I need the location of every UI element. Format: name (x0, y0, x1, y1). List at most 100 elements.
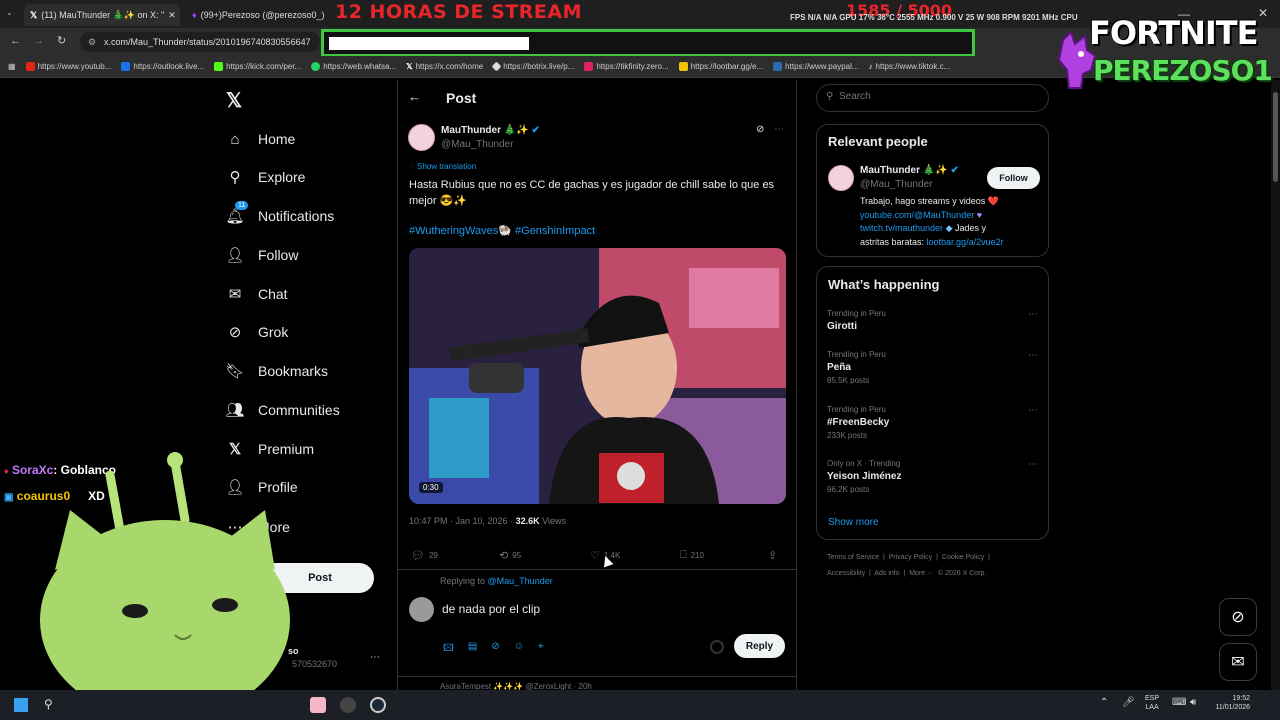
reply-input[interactable]: de nada por el clip (442, 602, 540, 616)
grok-icon: ⊘ (1231, 609, 1245, 626)
window-close-icon[interactable]: ✕ (1258, 6, 1268, 20)
microphone-icon[interactable]: 🎤︎ (1122, 697, 1135, 708)
taskbar-app-icon[interactable] (340, 697, 356, 713)
follow-button[interactable]: Follow (987, 167, 1040, 189)
bio-line: Jades y (952, 223, 987, 233)
post-hashtags[interactable]: #WutheringWaves🐏 #GenshinImpact (409, 224, 595, 237)
trend-more-icon[interactable]: ⋯ (1028, 309, 1038, 320)
forward-icon[interactable]: → (33, 35, 44, 47)
footer-links-2[interactable]: Accessibility | Ads info | More ··· © 20… (827, 570, 986, 577)
nav-notifications[interactable]: 🔔︎ 11 Notifications (225, 201, 334, 231)
paypal-icon (773, 62, 783, 71)
bookmark-outlook[interactable]: https://outlook.live... (121, 62, 204, 71)
person-name[interactable]: MauThunder 🎄✨ ✔ (860, 165, 959, 176)
nav-bookmarks[interactable]: 🔖︎ Bookmarks (225, 356, 328, 386)
nav-explore[interactable]: ⚲ Explore (226, 162, 306, 192)
bookmark-kick[interactable]: https://kick.com/per... (214, 62, 301, 71)
bio-link[interactable]: youtube.com/@MauThunder (860, 210, 974, 220)
grok-float-button[interactable]: ⊘ (1219, 598, 1257, 636)
grok-explain-icon[interactable]: ⊘ (756, 124, 764, 135)
bookmark-tiktok[interactable]: ♪ https://www.tiktok.c... (869, 62, 951, 71)
post-detail-column: ← Post MauThunder 🎄✨ ✔ @Mau_Thunder ⊘ ⋯ … (397, 80, 797, 690)
trend-more-icon[interactable]: ⋯ (1028, 459, 1038, 470)
footer-links-1[interactable]: Terms of Service | Privacy Policy | Cook… (827, 554, 990, 561)
grok-icon[interactable]: ⊘ (491, 641, 499, 658)
trend-item[interactable]: Trending in Peru Girotti (827, 309, 1042, 332)
apps-icon[interactable]: ▦ (8, 62, 16, 71)
emoji-icon[interactable]: ☺ (514, 641, 524, 658)
replying-to-handle[interactable]: @Mau_Thunder (488, 576, 553, 586)
author-name[interactable]: MauThunder 🎄✨ ✔ (441, 125, 540, 136)
bookmark-label: https://web.whatsa... (323, 62, 397, 71)
search-input[interactable] (839, 91, 1039, 102)
bookmark-label: https://kick.com/per... (226, 62, 302, 71)
url-field[interactable]: ⚙ x.com/Mau_Thunder/status/2010196740830… (80, 32, 320, 52)
repost-action[interactable]: ⟲ 95 (499, 549, 521, 562)
show-more-link[interactable]: Show more (828, 517, 879, 528)
scrollbar[interactable] (1271, 80, 1280, 690)
nav-grok[interactable]: ⊘ Grok (226, 317, 289, 347)
show-translation-link[interactable]: ◌ Show translation (410, 162, 476, 171)
trend-more-icon[interactable]: ⋯ (1028, 405, 1038, 416)
back-icon[interactable]: ← (10, 35, 21, 47)
tab-perezoso[interactable]: ♦ (99+)Perezoso (@perezoso0_) | (186, 4, 326, 26)
trend-posts: 96.2K posts (827, 485, 870, 494)
bio-link[interactable]: lootbar.gg/a/2vue2r (927, 237, 1004, 247)
bookmark-tikfinity[interactable]: https://tikfinity.zero... (584, 62, 669, 71)
nav-label: Communities (258, 402, 340, 418)
bookmark-action[interactable]: ⎕ 210 (680, 549, 704, 562)
clock[interactable]: 19:52 11/01/2026 (1208, 694, 1250, 712)
bookmark-x[interactable]: 𝕏https://x.com/home (406, 62, 483, 71)
overlay-green-box (321, 29, 975, 57)
post-video[interactable]: 0:30 (409, 248, 786, 504)
nav-communities[interactable]: 👥︎ Communities (225, 395, 340, 425)
scrollbar-thumb[interactable] (1273, 92, 1278, 182)
trend-context: Only on X · Trending (827, 459, 901, 468)
volume-icon[interactable]: 🔊︎ (1190, 697, 1196, 708)
bookmark-botrix[interactable]: https://botrix.live/p... (491, 61, 575, 72)
bio-link[interactable]: twitch.tv/mauthunder (860, 223, 943, 233)
reply-button[interactable]: Reply (734, 634, 785, 658)
taskbar-app-icon[interactable] (310, 697, 326, 713)
reply-action[interactable]: 💬︎ 29 (411, 549, 438, 562)
post-more-icon[interactable]: ⋯ (774, 124, 784, 135)
close-icon[interactable]: ✕ (168, 10, 176, 21)
gif-icon[interactable]: ▤ (468, 641, 477, 658)
author-avatar[interactable] (408, 124, 435, 151)
image-icon[interactable]: 🖾 (443, 641, 454, 658)
location-icon[interactable]: ⌖ (538, 641, 544, 658)
tab-mauthunder[interactable]: 𝕏 (11) MauThunder 🎄✨ on X: " ✕ (24, 4, 180, 26)
grok-icon: ⊘ (228, 324, 242, 341)
site-info-icon[interactable]: ⚙ (88, 37, 96, 48)
tab-label: (99+)Perezoso (@perezoso0_) | (200, 10, 326, 20)
back-arrow-icon[interactable]: ← (408, 89, 421, 104)
account-menu-icon[interactable]: ⋯ (370, 652, 380, 663)
nav-chat[interactable]: ✉ Chat (226, 279, 288, 309)
reload-icon[interactable]: ↻ (57, 34, 66, 47)
author-handle[interactable]: @Mau_Thunder (441, 139, 513, 150)
bookmark-paypal[interactable]: https://www.paypal... (773, 62, 859, 71)
bookmark-label: https://botrix.live/p... (503, 62, 575, 71)
trend-item[interactable]: Only on X · Trending Yeison Jiménez 96.2… (827, 459, 1042, 494)
trend-more-icon[interactable]: ⋯ (1028, 350, 1038, 361)
windows-start-icon[interactable] (14, 698, 28, 712)
search-box[interactable]: ⚲ (816, 84, 1049, 112)
tray-chevron-icon[interactable]: ⌃ (1100, 697, 1108, 708)
language-indicator[interactable]: ESP LAA (1145, 694, 1159, 712)
tab-list-icon[interactable]: ⌄ (6, 8, 13, 17)
bookmark-lootbar[interactable]: https://lootbar.gg/e... (678, 62, 763, 71)
steam-icon[interactable] (370, 697, 386, 713)
network-icon[interactable]: ⌨ (1172, 697, 1186, 708)
trend-item[interactable]: Trending in Peru #FreenBecky 233K posts (827, 405, 1042, 440)
x-logo-icon[interactable]: 𝕏 (226, 88, 242, 113)
bookmark-whatsapp[interactable]: https://web.whatsa... (311, 62, 396, 71)
nav-follow[interactable]: 👤︎ Follow (225, 240, 298, 270)
person-avatar[interactable] (828, 165, 854, 191)
messages-float-button[interactable]: ✉ (1219, 643, 1257, 681)
bookmark-youtube[interactable]: https://www.youtub... (25, 62, 111, 71)
my-avatar[interactable] (409, 597, 434, 622)
share-action[interactable]: ⇪ (768, 549, 777, 562)
trend-item[interactable]: Trending in Peru Peña 85.5K posts (827, 350, 1042, 385)
nav-home[interactable]: ⌂ Home (226, 124, 295, 154)
taskbar-search-icon[interactable]: ⚲ (44, 697, 53, 711)
